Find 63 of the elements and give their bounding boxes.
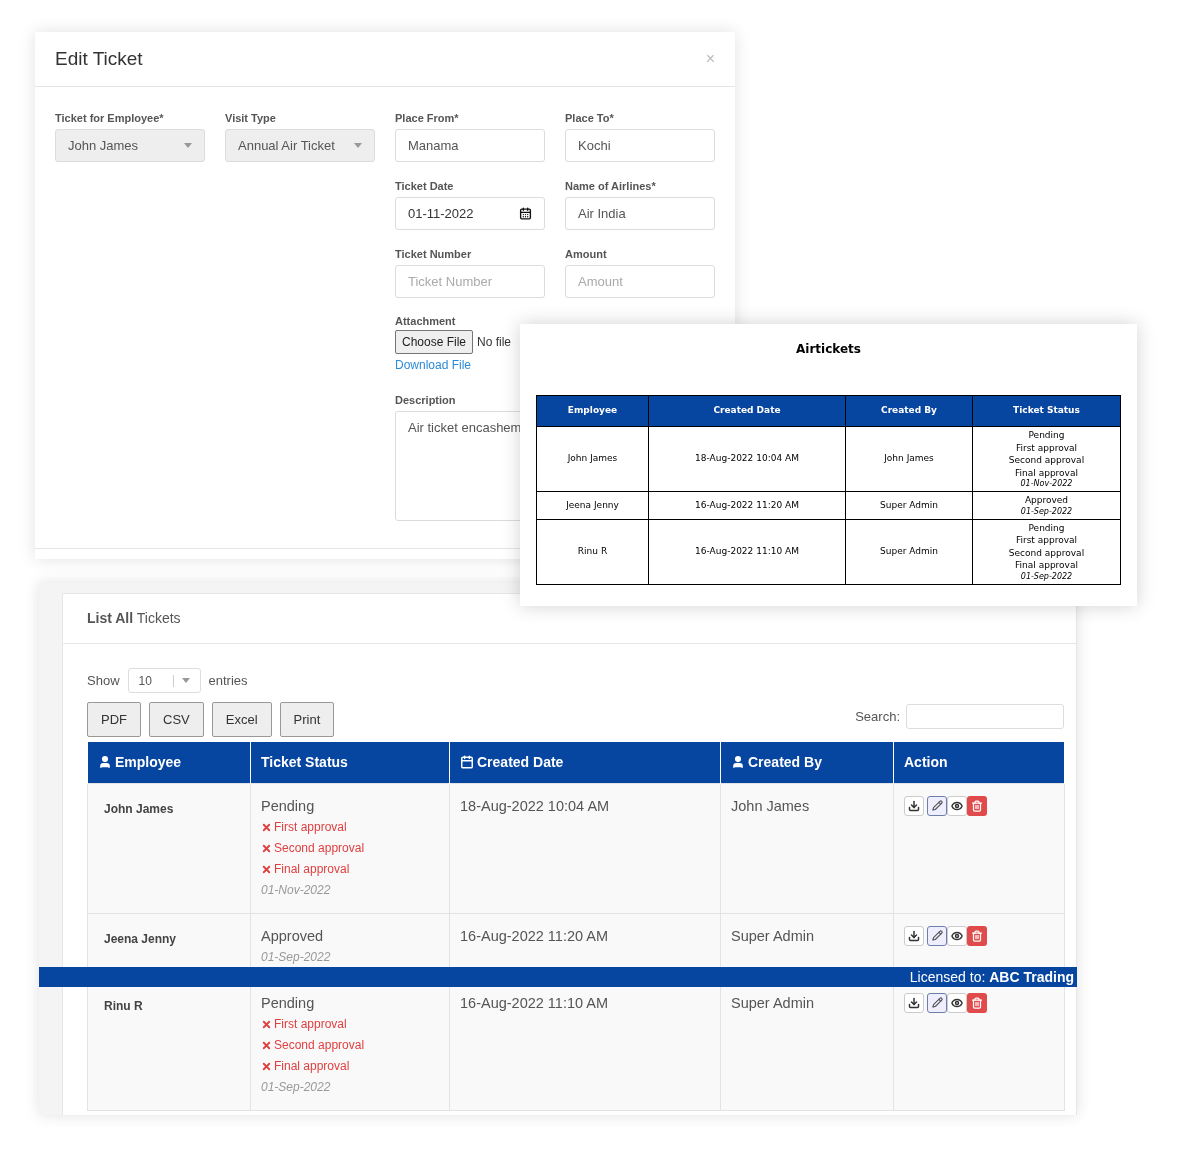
date-text: 01-Nov-2022 [261,881,331,899]
status-text: Pending [261,796,315,816]
date-text: 01-Sep-2022 [1020,506,1073,517]
status-text: First approval [1015,441,1078,454]
table-cell: John James [845,426,973,492]
table-cell: 16-Aug-2022 11:20 AM [648,491,846,519]
date-text: 01-Sep-2022 [1020,571,1073,582]
field-label: Ticket for Employee* [55,111,165,125]
date-text: 01-Nov-2022 [1020,479,1073,489]
status-text: Pending [1028,521,1065,534]
entries-label: entries [208,671,248,690]
card-title: List All Tickets [87,609,181,628]
field-label: Ticket Date [395,179,455,193]
table-cell: Super Admin [845,519,973,584]
search-label: Search: [855,707,900,726]
field-label: Place To* [565,111,615,125]
approval-text: First approval [274,1015,347,1033]
status-text: Pending [261,993,315,1013]
license-text: Licensed to: ABC Trading [909,967,1074,987]
field-label: Amount [565,247,608,261]
column-header: Created Date [477,752,564,772]
column-header: Created Date [713,405,781,416]
table-cell: 16-Aug-2022 11:10 AM [648,519,846,584]
date-text: 01-Sep-2022 [261,1078,331,1096]
table-cell: 18-Aug-2022 10:04 AM [449,783,721,913]
show-label: Show [87,671,120,690]
column-header: Employee [567,405,618,416]
column-header: Created By [748,752,822,772]
approval-text: Second approval [274,1036,365,1054]
table-cell: John James [536,426,649,492]
column-header: Created By [881,405,937,416]
status-text: Second approval [1008,546,1085,559]
field-label: Ticket Number [395,247,473,261]
table-cell: John James [720,783,894,913]
table-cell: John James [87,783,251,913]
approval-text: Final approval [274,1057,350,1075]
approval-text: First approval [274,818,347,836]
approval-text: Final approval [274,860,350,878]
column-header: Action [904,752,948,772]
status-text: Pending [1028,429,1065,442]
table-cell: 18-Aug-2022 10:04 AM [648,426,846,492]
dialog-title: Edit Ticket [55,46,143,71]
field-label: Attachment [395,314,456,328]
status-text: Approved [261,926,324,946]
column-header: Ticket Status [261,752,348,772]
status-text: Second approval [1008,454,1085,467]
field-label: Name of Airlines* [565,179,657,193]
status-text: Approved [1024,494,1069,507]
status-text: Final approval [1015,559,1078,572]
table-cell: Super Admin [845,491,973,519]
field-label: Visit Type [225,111,277,125]
table-cell: Jeena Jenny [536,491,649,519]
status-text: Final approval [1015,466,1078,479]
report-title: Airtickets [796,341,861,358]
date-text: 01-Sep-2022 [261,948,331,966]
field-label: Description [395,393,456,407]
column-header: Ticket Status [1013,405,1080,416]
table-cell: Rinu R [536,519,649,584]
field-label: Place From* [395,111,460,125]
approval-text: Second approval [274,839,365,857]
status-text: First approval [1015,534,1078,547]
column-header: Employee [115,752,182,772]
file-status: No file [477,334,512,351]
